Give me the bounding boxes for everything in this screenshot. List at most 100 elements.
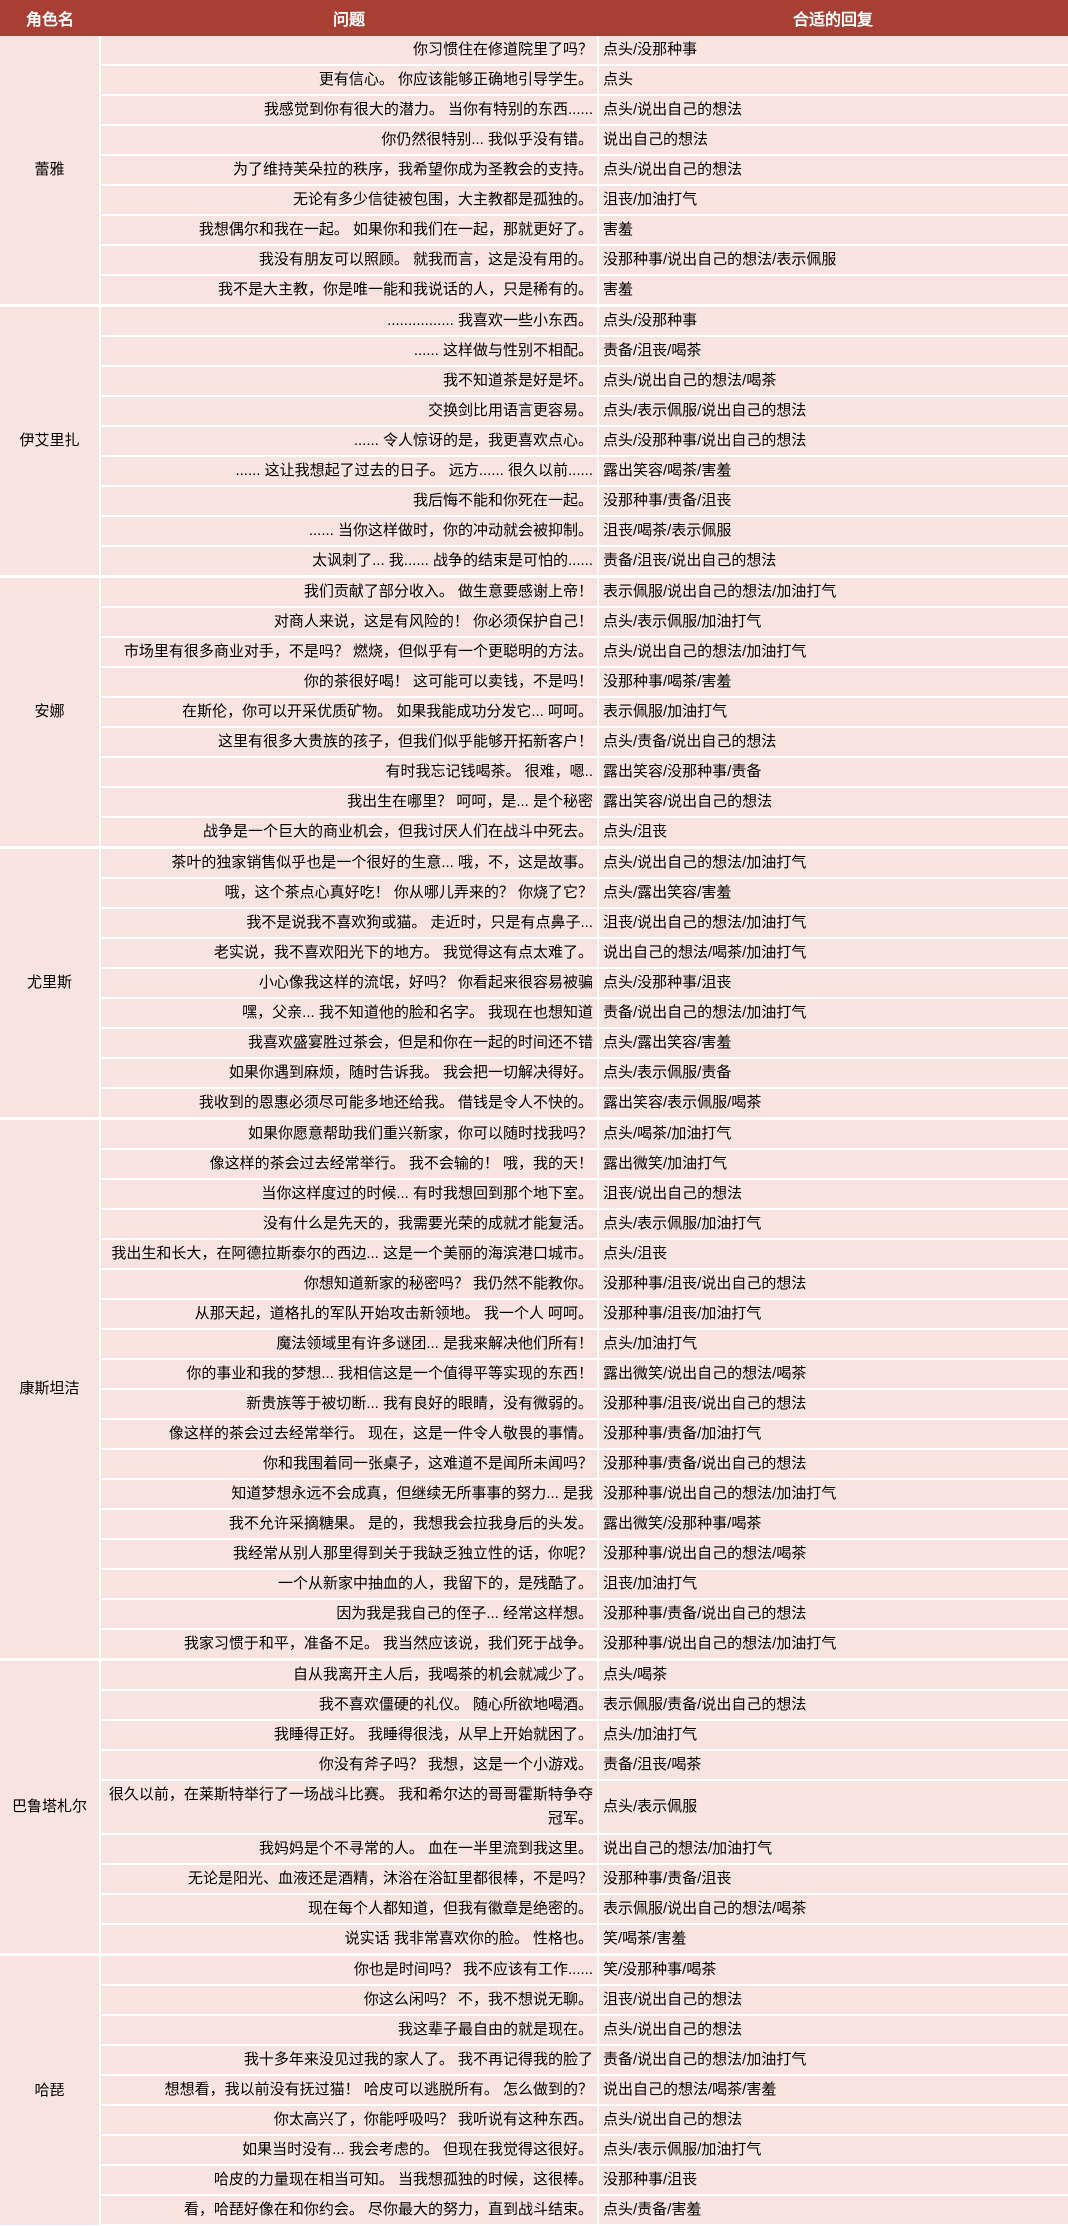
answer-cell: 表示佩服/说出自己的想法/喝茶 [598, 1894, 1068, 1924]
table-row: 我不知道茶是好是坏。点头/说出自己的想法/喝茶 [0, 366, 1068, 396]
table-row: 从那天起，道格扎的军队开始攻击新领地。 我一个人 呵呵。没那种事/沮丧/加油打气 [0, 1299, 1068, 1329]
character-name-cell: 康斯坦洁 [0, 1119, 100, 1660]
table-row: 安娜我们贡献了部分收入。 做生意要感谢上帝！表示佩服/说出自己的想法/加油打气 [0, 577, 1068, 608]
question-cell: 哦，这个茶点心真好吃！ 你从哪儿弄来的？ 你烧了它？ [100, 878, 598, 908]
question-cell: 我不是大主教，你是唯一能和我说话的人，只是稀有的。 [100, 275, 598, 306]
question-cell: 魔法领域里有许多谜团... 是我来解决他们所有！ [100, 1329, 598, 1359]
table-body: 蕾雅你习惯住在修道院里了吗？点头/没那种事更有信心。 你应该能够正确地引导学生。… [0, 36, 1068, 2225]
question-cell: 像这样的茶会过去经常举行。 我不会输的！ 哦，我的天！ [100, 1149, 598, 1179]
answer-cell: 点头/责备/害羞 [598, 2195, 1068, 2225]
question-cell: 当你这样度过的时候... 有时我想回到那个地下室。 [100, 1179, 598, 1209]
answer-cell: 点头/说出自己的想法 [598, 155, 1068, 185]
question-cell: 从那天起，道格扎的军队开始攻击新领地。 我一个人 呵呵。 [100, 1299, 598, 1329]
answer-cell: 表示佩服/责备/说出自己的想法 [598, 1690, 1068, 1720]
table-row: 战争是一个巨大的商业机会，但我讨厌人们在战斗中死去。点头/沮丧 [0, 817, 1068, 848]
question-cell: 无论有多少信徒被包围，大主教都是孤独的。 [100, 185, 598, 215]
table-row: 看，哈琵好像在和你约会。 尽你最大的努力，直到战斗结束。点头/责备/害羞 [0, 2195, 1068, 2225]
table-row: 太讽刺了... 我...... 战争的结束是可怕的......责备/沮丧/说出自… [0, 546, 1068, 577]
question-cell: 看，哈琵好像在和你约会。 尽你最大的努力，直到战斗结束。 [100, 2195, 598, 2225]
answer-cell: 没那种事/沮丧/加油打气 [598, 1299, 1068, 1329]
answer-cell: 沮丧/加油打气 [598, 185, 1068, 215]
question-cell: 我不知道茶是好是坏。 [100, 366, 598, 396]
answer-cell: 露出笑容/没那种事/责备 [598, 757, 1068, 787]
answer-cell: 说出自己的想法/加油打气 [598, 1834, 1068, 1864]
question-cell: 我这辈子最自由的就是现在。 [100, 2015, 598, 2045]
table-row: 一个从新家中抽血的人，我留下的，是残酷了。沮丧/加油打气 [0, 1569, 1068, 1599]
answer-cell: 说出自己的想法 [598, 125, 1068, 155]
question-cell: 你的事业和我的梦想... 我相信这是一个值得平等实现的东西！ [100, 1359, 598, 1389]
answer-cell: 没那种事/说出自己的想法/加油打气 [598, 1479, 1068, 1509]
table-row: 我没有朋友可以照顾。 就我而言，这是没有用的。没那种事/说出自己的想法/表示佩服 [0, 245, 1068, 275]
answer-cell: 没那种事/责备/沮丧 [598, 1864, 1068, 1894]
table-row: 你没有斧子吗？ 我想，这是一个小游戏。责备/沮丧/喝茶 [0, 1750, 1068, 1780]
table-row: 在斯伦，你可以开采优质矿物。 如果我能成功分发它... 呵呵。表示佩服/加油打气 [0, 697, 1068, 727]
table-row: 老实说，我不喜欢阳光下的地方。 我觉得这有点太难了。说出自己的想法/喝茶/加油打… [0, 938, 1068, 968]
question-cell: 战争是一个巨大的商业机会，但我讨厌人们在战斗中死去。 [100, 817, 598, 848]
answer-cell: 责备/说出自己的想法/加油打气 [598, 2045, 1068, 2075]
table-row: 我不喜欢僵硬的礼仪。 随心所欲地喝酒。表示佩服/责备/说出自己的想法 [0, 1690, 1068, 1720]
question-cell: 我想偶尔和我在一起。 如果你和我们在一起，那就更好了。 [100, 215, 598, 245]
answer-cell: 害羞 [598, 215, 1068, 245]
question-cell: 我出生和长大，在阿德拉斯泰尔的西边... 这是一个美丽的海滨港口城市。 [100, 1239, 598, 1269]
table-row: 我经常从别人那里得到关于我缺乏独立性的话，你呢？没那种事/说出自己的想法/喝茶 [0, 1539, 1068, 1569]
table-row: 哈皮的力量现在相当可知。 当我想孤独的时候，这很棒。没那种事/沮丧 [0, 2165, 1068, 2195]
question-cell: 如果你遇到麻烦，随时告诉我。 我会把一切解决得好。 [100, 1058, 598, 1088]
question-cell: 如果你愿意帮助我们重兴新家，你可以随时找我吗？ [100, 1119, 598, 1150]
table-row: 我十多年来没见过我的家人了。 我不再记得我的脸了责备/说出自己的想法/加油打气 [0, 2045, 1068, 2075]
question-cell: 你也是时间吗？ 我不应该有工作...... [100, 1955, 598, 1986]
question-cell: ...... 这样做与性别不相配。 [100, 336, 598, 366]
answer-cell: 露出微笑/加油打气 [598, 1149, 1068, 1179]
table-row: 康斯坦洁如果你愿意帮助我们重兴新家，你可以随时找我吗？点头/喝茶/加油打气 [0, 1119, 1068, 1150]
character-name-cell: 蕾雅 [0, 36, 100, 306]
question-cell: 自从我离开主人后，我喝茶的机会就减少了。 [100, 1660, 598, 1691]
answer-cell: 点头/表示佩服 [598, 1780, 1068, 1834]
question-cell: 为了维持芙朵拉的秩序，我希望你成为圣教会的支持。 [100, 155, 598, 185]
answer-cell: 没那种事/说出自己的想法/表示佩服 [598, 245, 1068, 275]
answer-cell: 点头/说出自己的想法 [598, 2105, 1068, 2135]
table-row: 魔法领域里有许多谜团... 是我来解决他们所有！点头/加油打气 [0, 1329, 1068, 1359]
table-row: 我出生在哪里？ 呵呵，是... 是个秘密露出笑容/说出自己的想法 [0, 787, 1068, 817]
question-cell: 市场里有很多商业对手，不是吗？ 燃烧，但似乎有一个更聪明的方法。 [100, 637, 598, 667]
table-row: 新贵族等于被切断... 我有良好的眼睛，没有微弱的。没那种事/沮丧/说出自己的想… [0, 1389, 1068, 1419]
question-cell: 我经常从别人那里得到关于我缺乏独立性的话，你呢？ [100, 1539, 598, 1569]
table-row: 没有什么是先天的，我需要光荣的成就才能复活。点头/表示佩服/加油打气 [0, 1209, 1068, 1239]
table-row: 说实话 我非常喜欢你的脸。 性格也。笑/喝茶/害羞 [0, 1924, 1068, 1955]
answer-cell: 责备/沮丧/说出自己的想法 [598, 546, 1068, 577]
question-cell: 小心像我这样的流氓，好吗？ 你看起来很容易被骗 [100, 968, 598, 998]
table-row: ...... 令人惊讶的是，我更喜欢点心。点头/没那种事/说出自己的想法 [0, 426, 1068, 456]
table-row: 有时我忘记钱喝茶。 很难，嗯..露出笑容/没那种事/责备 [0, 757, 1068, 787]
table-row: 你这么闲吗？ 不，我不想说无聊。沮丧/说出自己的想法 [0, 1985, 1068, 2015]
question-cell: 茶叶的独家销售似乎也是一个很好的生意... 哦，不，这是故事。 [100, 848, 598, 879]
question-cell: 知道梦想永远不会成真，但继续无所事事的努力... 是我 [100, 1479, 598, 1509]
table-row: 像这样的茶会过去经常举行。 现在，这是一件令人敬畏的事情。没那种事/责备/加油打… [0, 1419, 1068, 1449]
character-name-cell: 尤里斯 [0, 848, 100, 1119]
answer-cell: 点头/没那种事/说出自己的想法 [598, 426, 1068, 456]
question-cell: 像这样的茶会过去经常举行。 现在，这是一件令人敬畏的事情。 [100, 1419, 598, 1449]
table-row: 哦，这个茶点心真好吃！ 你从哪儿弄来的？ 你烧了它？点头/露出笑容/害羞 [0, 878, 1068, 908]
table-row: 我喜欢盛宴胜过茶会，但是和你在一起的时间还不错点头/露出笑容/害羞 [0, 1028, 1068, 1058]
answer-cell: 点头/责备/说出自己的想法 [598, 727, 1068, 757]
answer-cell: 点头/说出自己的想法 [598, 95, 1068, 125]
table-row: 我不是说我不喜欢狗或猫。 走近时，只是有点鼻子...沮丧/说出自己的想法/加油打… [0, 908, 1068, 938]
question-cell: 没有什么是先天的，我需要光荣的成就才能复活。 [100, 1209, 598, 1239]
table-row: 市场里有很多商业对手，不是吗？ 燃烧，但似乎有一个更聪明的方法。点头/说出自己的… [0, 637, 1068, 667]
question-cell: 太讽刺了... 我...... 战争的结束是可怕的...... [100, 546, 598, 577]
answer-cell: 点头/露出笑容/害羞 [598, 1028, 1068, 1058]
question-cell: ................ 我喜欢一些小东西。 [100, 306, 598, 337]
question-cell: 我后悔不能和你死在一起。 [100, 486, 598, 516]
table-row: 如果你遇到麻烦，随时告诉我。 我会把一切解决得好。点头/表示佩服/责备 [0, 1058, 1068, 1088]
table-row: 哈琵你也是时间吗？ 我不应该有工作......笑/没那种事/喝茶 [0, 1955, 1068, 1986]
answer-cell: 点头/表示佩服/加油打气 [598, 1209, 1068, 1239]
character-name-cell: 伊艾里扎 [0, 306, 100, 577]
question-cell: 新贵族等于被切断... 我有良好的眼睛，没有微弱的。 [100, 1389, 598, 1419]
answer-cell: 笑/没那种事/喝茶 [598, 1955, 1068, 1986]
question-cell: 更有信心。 你应该能够正确地引导学生。 [100, 65, 598, 95]
answer-cell: 点头/喝茶/加油打气 [598, 1119, 1068, 1150]
question-cell: 我睡得正好。 我睡得很浅，从早上开始就困了。 [100, 1720, 598, 1750]
table-row: 你的茶很好喝！ 这可能可以卖钱，不是吗！没那种事/喝茶/害羞 [0, 667, 1068, 697]
table-row: 我想偶尔和我在一起。 如果你和我们在一起，那就更好了。害羞 [0, 215, 1068, 245]
answer-cell: 沮丧/说出自己的想法/加油打气 [598, 908, 1068, 938]
answer-cell: 点头/表示佩服/加油打气 [598, 2135, 1068, 2165]
dialogue-table-container: 角色名 问题 合适的回复 蕾雅你习惯住在修道院里了吗？点头/没那种事更有信心。 … [0, 0, 1068, 2226]
question-cell: 我不喜欢僵硬的礼仪。 随心所欲地喝酒。 [100, 1690, 598, 1720]
